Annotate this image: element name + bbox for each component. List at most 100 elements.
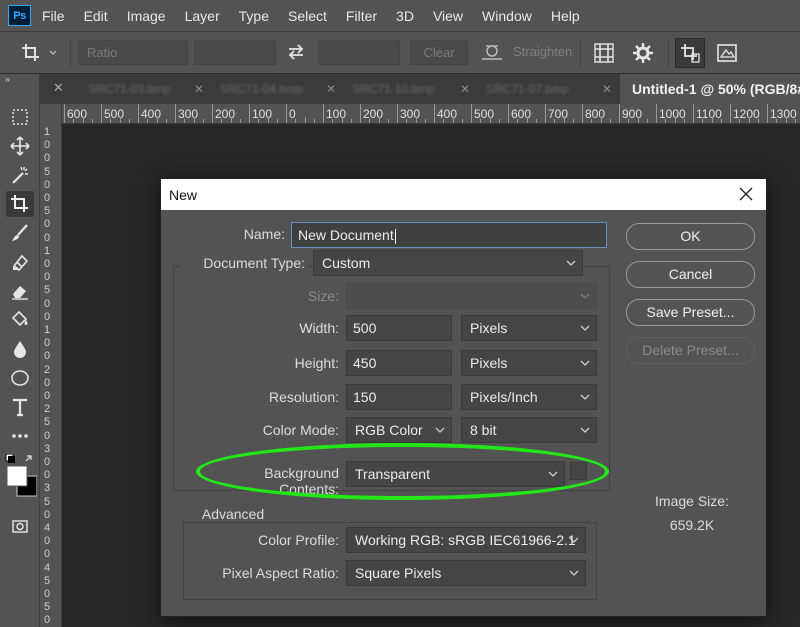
close-icon[interactable]: ✕ [460, 74, 470, 104]
magic-wand-icon[interactable] [6, 162, 34, 188]
grid-overlay-icon[interactable] [593, 42, 615, 67]
gear-icon[interactable] [632, 42, 654, 67]
ok-button[interactable]: OK [626, 223, 755, 250]
ruler-digit: 0 [44, 258, 51, 270]
ruler-minor-tick [739, 119, 741, 123]
close-icon[interactable]: ✕ [194, 74, 204, 104]
menu-help[interactable]: Help [551, 8, 580, 24]
name-input[interactable]: New Document [291, 222, 607, 248]
resolution-unit-dropdown[interactable]: Pixels/Inch [461, 384, 597, 410]
background-contents-dropdown[interactable]: Transparent [346, 461, 565, 487]
resolution-input[interactable]: 150 [346, 384, 452, 410]
document-tab[interactable]: SRC71-03.bmp ✕ [80, 74, 210, 104]
pixel-aspect-ratio-dropdown[interactable]: Square Pixels [346, 560, 586, 586]
eraser-tool-icon[interactable] [6, 249, 34, 275]
ruler-minor-tick [683, 119, 685, 123]
color-swatches[interactable] [5, 453, 38, 498]
ellipse-tool-icon[interactable] [6, 365, 34, 391]
menu-select[interactable]: Select [288, 8, 327, 24]
height-unit-dropdown[interactable]: Pixels [461, 350, 597, 376]
ruler-minor-tick [757, 119, 759, 123]
quick-mask-icon[interactable] [6, 513, 34, 539]
advanced-label[interactable]: Advanced [201, 506, 265, 522]
document-tab[interactable]: SRC71-07.bmp ✕ [478, 74, 618, 104]
menu-filter[interactable]: Filter [346, 8, 377, 24]
document-tab-active[interactable]: Untitled-1 @ 50% (RGB/8# [620, 74, 800, 104]
new-document-dialog: New Name: New Document Document Type: Cu… [160, 178, 767, 617]
marquee-tool-icon[interactable] [6, 104, 34, 130]
ruler-digit: 5 [44, 205, 51, 218]
menu-image[interactable]: Image [127, 8, 166, 24]
ruler-digit: 0 [44, 614, 51, 627]
ruler-digit: 0 [44, 548, 51, 561]
height-input[interactable]: 450 [346, 350, 452, 376]
ruler-digit: 0 [44, 350, 51, 363]
separator [668, 38, 669, 68]
straighten-icon[interactable] [480, 43, 504, 66]
save-preset-button[interactable]: Save Preset... [626, 299, 755, 326]
color-mode-value: RGB Color [355, 422, 423, 438]
ruler-minor-tick [461, 119, 463, 123]
close-icon[interactable]: ✕ [326, 74, 336, 104]
menu-window[interactable]: Window [482, 8, 532, 24]
width-input[interactable]: 500 [346, 315, 452, 341]
ruler-label: 500 [104, 107, 125, 121]
background-color-swatch[interactable] [570, 462, 587, 480]
delete-preset-button[interactable]: Delete Preset... [626, 337, 755, 364]
ruler-digit: 0 [44, 337, 51, 350]
ruler-digit: 1 [44, 244, 51, 257]
document-type-dropdown[interactable]: Custom [313, 250, 583, 276]
chevron-down-icon [580, 284, 590, 308]
swap-icon[interactable] [287, 44, 305, 63]
menu-3d[interactable]: 3D [396, 8, 414, 24]
document-tab[interactable]: SRC71-10.bmp ✕ [344, 74, 476, 104]
panel-collapse-icon[interactable]: » [0, 74, 40, 88]
ratio-dropdown[interactable]: Ratio [78, 40, 188, 65]
menu-type[interactable]: Type [239, 8, 269, 24]
menu-layer[interactable]: Layer [185, 8, 220, 24]
ruler-digit: 1 [44, 324, 51, 336]
ruler-digit: 4 [44, 561, 51, 574]
ratio-height-input[interactable] [318, 40, 400, 65]
vertical-ruler[interactable]: 100500500100500100200250300350400450500 [40, 104, 62, 627]
chevron-down-icon [580, 351, 590, 375]
eraser-icon[interactable] [6, 278, 34, 304]
blur-tool-icon[interactable] [6, 336, 34, 362]
close-icon[interactable]: ✕ [53, 80, 64, 96]
ruler-label: 1300 [770, 107, 797, 121]
delete-cropped-pixels-icon[interactable] [675, 38, 705, 68]
menu-edit[interactable]: Edit [84, 8, 108, 24]
color-mode-label: Color Mode: [262, 422, 339, 438]
type-tool-icon[interactable] [6, 394, 34, 420]
close-icon[interactable]: ✕ [602, 74, 612, 104]
width-unit-dropdown[interactable]: Pixels [461, 315, 597, 341]
ruler-digit: 5 [44, 165, 51, 178]
size-dropdown[interactable] [346, 283, 597, 309]
color-profile-dropdown[interactable]: Working RGB: sRGB IEC61966-2.1 [346, 527, 586, 553]
horizontal-ruler[interactable]: 600 500 400 300 200 100 0 100 200 300 400 500 600 700… [62, 104, 800, 124]
content-aware-icon[interactable] [716, 42, 738, 67]
clear-button[interactable]: Clear [410, 40, 468, 65]
menu-file[interactable]: File [42, 8, 65, 24]
menu-view[interactable]: View [433, 8, 463, 24]
paint-bucket-icon[interactable] [6, 306, 34, 332]
more-tools-icon[interactable] [6, 423, 34, 449]
document-tab[interactable]: SRC71-04.bmp ✕ [212, 74, 342, 104]
color-mode-dropdown[interactable]: RGB Color [346, 417, 452, 443]
image-size-label: Image Size: [655, 493, 729, 509]
crop-tool-preset-icon[interactable] [20, 42, 58, 67]
bit-depth-dropdown[interactable]: 8 bit [461, 417, 597, 443]
close-icon[interactable] [734, 182, 758, 206]
move-tool-icon[interactable] [6, 133, 34, 159]
brush-tool-icon[interactable] [6, 220, 34, 246]
ratio-width-input[interactable] [194, 40, 276, 65]
ruler-minor-tick [304, 117, 306, 123]
ruler-minor-tick [147, 119, 149, 123]
cancel-button[interactable]: Cancel [626, 261, 755, 288]
crop-tool-icon[interactable] [6, 191, 34, 217]
straighten-label[interactable]: Straighten [513, 44, 572, 59]
color-profile-value: Working RGB: sRGB IEC61966-2.1 [355, 532, 576, 548]
ruler-minor-tick [193, 117, 195, 123]
ruler-minor-tick [128, 119, 130, 123]
ruler-digit: 5 [44, 574, 51, 587]
